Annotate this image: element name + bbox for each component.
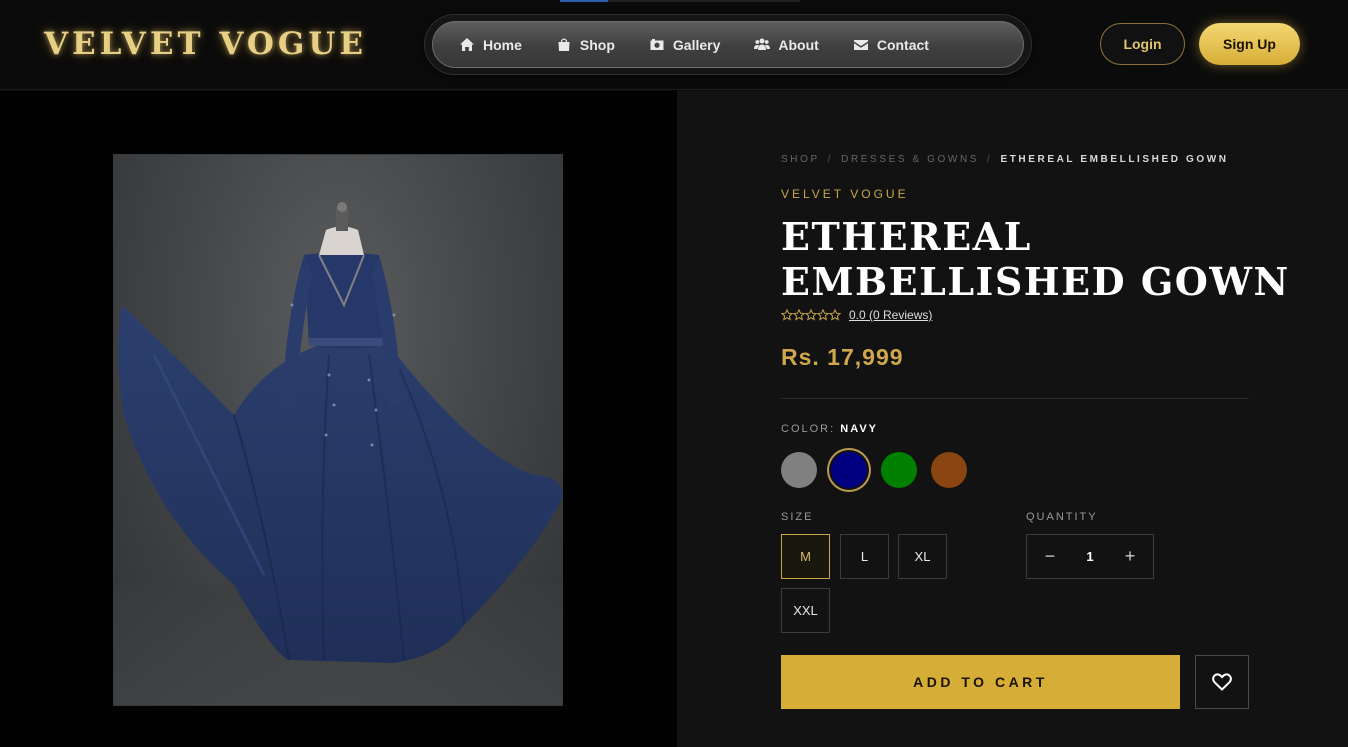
rating-stars	[781, 309, 841, 321]
wishlist-button[interactable]	[1195, 655, 1249, 709]
nav-item-gallery[interactable]: Gallery	[649, 37, 720, 53]
star-empty-icon	[781, 309, 793, 321]
selected-color-name: NAVY	[840, 423, 878, 435]
quantity-value[interactable]: 1	[1086, 549, 1093, 564]
color-swatch-navy[interactable]	[831, 452, 867, 488]
color-swatch-gray[interactable]	[781, 452, 817, 488]
top-progress-line	[560, 0, 800, 2]
nav-pill: Home Shop Gallery About Contact	[432, 21, 1024, 68]
nav-item-contact[interactable]: Contact	[853, 37, 929, 53]
login-button[interactable]: Login	[1100, 23, 1185, 65]
size-label: SIZE	[781, 511, 814, 523]
star-empty-icon	[805, 309, 817, 321]
product-title: ETHEREAL EMBELLISHED GOWN	[781, 214, 1290, 304]
breadcrumb-item-category[interactable]: DRESSES & GOWNS	[841, 154, 979, 165]
quantity-stepper: − 1 +	[1026, 534, 1154, 579]
camera-icon	[650, 39, 664, 50]
product-brand: VELVET VOGUE	[781, 187, 909, 201]
site-header: VELVET VOGUE Home Shop Gallery About Con…	[0, 0, 1348, 90]
add-to-cart-button[interactable]: ADD TO CART	[781, 655, 1180, 709]
color-label-text: COLOR:	[781, 423, 836, 435]
product-image[interactable]	[113, 154, 563, 706]
breadcrumb-separator: /	[987, 154, 993, 165]
envelope-icon	[853, 40, 868, 50]
size-option-m[interactable]: M	[781, 534, 830, 579]
product-price: Rs. 17,999	[781, 344, 904, 370]
nav-item-label: Contact	[876, 36, 929, 53]
nav-item-shop[interactable]: Shop	[556, 37, 615, 53]
site-logo[interactable]: VELVET VOGUE	[44, 26, 367, 62]
breadcrumb-item-current: ETHEREAL EMBELLISHED GOWN	[1000, 154, 1229, 165]
size-option-l[interactable]: L	[840, 534, 889, 579]
star-empty-icon	[793, 309, 805, 321]
quantity-decrease-button[interactable]: −	[1043, 546, 1057, 567]
rating-reviews-link[interactable]: 0.0 (0 Reviews)	[849, 308, 932, 322]
quantity-label: QUANTITY	[1026, 511, 1098, 523]
home-icon	[460, 38, 474, 51]
product-details-panel	[677, 91, 1348, 747]
top-progress-segment	[560, 0, 608, 2]
navy-gown-photo	[114, 202, 562, 705]
star-empty-icon	[817, 309, 829, 321]
main-nav: Home Shop Gallery About Contact	[424, 14, 1032, 75]
nav-item-home[interactable]: Home	[459, 37, 522, 53]
quantity-increase-button[interactable]: +	[1123, 546, 1137, 567]
color-label: COLOR: NAVY	[781, 423, 878, 435]
star-empty-icon	[829, 309, 841, 321]
breadcrumb: SHOP / DRESSES & GOWNS / ETHEREAL EMBELL…	[781, 154, 1229, 165]
size-option-xxl[interactable]: XXL	[781, 588, 830, 633]
shopping-bag-icon	[558, 38, 570, 51]
product-rating: 0.0 (0 Reviews)	[781, 308, 932, 322]
nav-item-label: Home	[483, 36, 522, 53]
nav-item-label: Shop	[579, 36, 615, 53]
signup-button[interactable]: Sign Up	[1199, 23, 1300, 65]
nav-item-label: Gallery	[672, 36, 721, 53]
breadcrumb-item-shop[interactable]: SHOP	[781, 154, 820, 165]
users-icon	[754, 38, 771, 50]
divider	[781, 398, 1249, 399]
heart-icon	[1212, 673, 1232, 691]
nav-item-about[interactable]: About	[754, 36, 819, 53]
color-swatch-brown[interactable]	[931, 452, 967, 488]
breadcrumb-separator: /	[827, 154, 834, 165]
nav-item-label: About	[778, 36, 819, 53]
color-swatch-green[interactable]	[881, 452, 917, 488]
size-option-xl[interactable]: XL	[898, 534, 947, 579]
